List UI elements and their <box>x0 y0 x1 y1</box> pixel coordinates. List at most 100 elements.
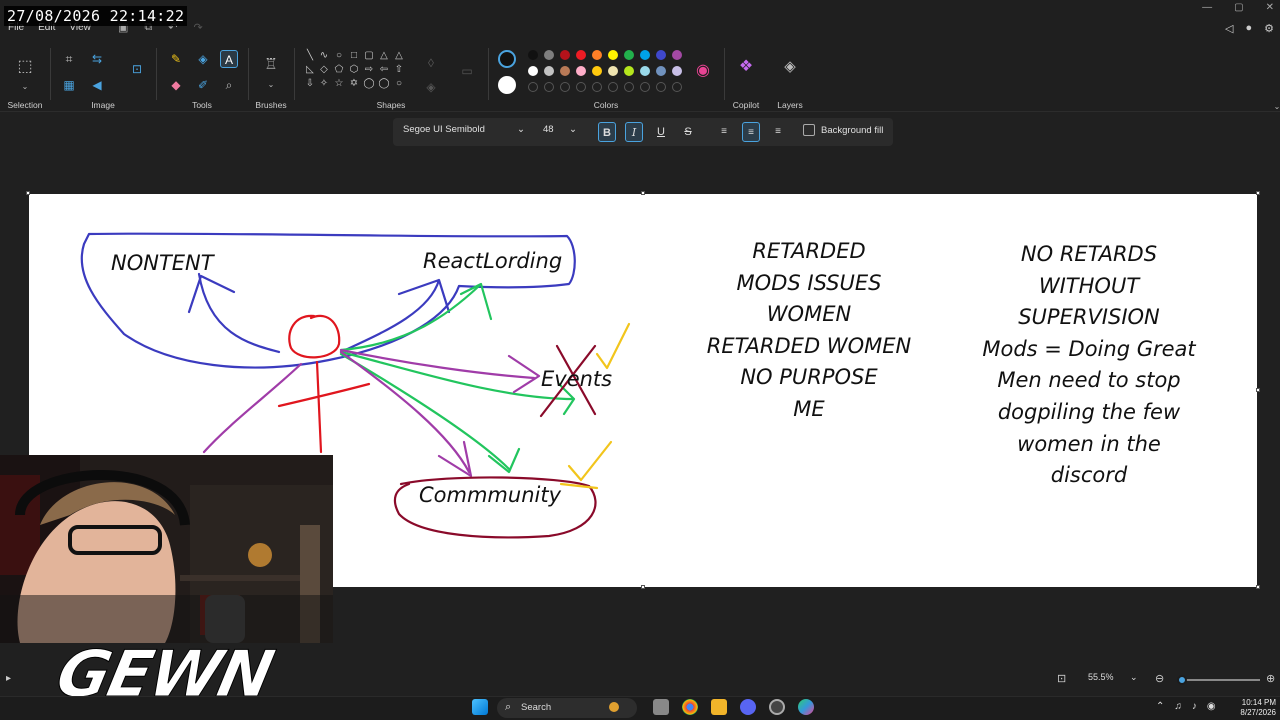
resize-icon[interactable]: ⇆ <box>88 50 106 68</box>
right-triangle-shape-icon[interactable]: ◺ <box>304 64 316 75</box>
underline-button[interactable]: U <box>652 122 670 142</box>
rotate-icon[interactable]: ◀ <box>88 76 106 94</box>
volume-icon[interactable]: ♪ <box>1192 701 1197 712</box>
color-swatch[interactable] <box>576 50 586 60</box>
color-swatch[interactable] <box>528 50 538 60</box>
zoom-slider-track[interactable] <box>1178 679 1260 681</box>
polygon-shape-icon[interactable]: △ <box>378 50 390 61</box>
color-swatch[interactable] <box>608 66 618 76</box>
color-swatch[interactable] <box>544 50 554 60</box>
start-icon[interactable] <box>472 699 488 715</box>
six-point-star-icon[interactable]: ✡ <box>348 78 360 89</box>
hexagon-shape-icon[interactable]: ⬡ <box>348 64 360 75</box>
color-swatch[interactable] <box>528 66 538 76</box>
secondary-color-swatch[interactable] <box>498 76 516 94</box>
maximize-icon[interactable]: ▢ <box>1234 2 1243 13</box>
color-swatch[interactable] <box>672 66 682 76</box>
triangle-shape-icon[interactable]: △ <box>393 50 405 61</box>
edit-colors-icon[interactable]: ◉ <box>694 62 712 80</box>
curve-shape-icon[interactable]: ∿ <box>318 50 330 61</box>
chevron-down-icon[interactable]: ⌄ <box>262 76 280 94</box>
custom-color-slot[interactable] <box>624 82 634 92</box>
line-shape-icon[interactable]: ╲ <box>304 50 316 61</box>
resize-handle[interactable] <box>26 191 30 195</box>
custom-color-slot[interactable] <box>656 82 666 92</box>
chevron-up-icon[interactable]: ⌃ <box>1156 701 1164 712</box>
taskbar-search[interactable]: ⌕ Search <box>497 698 637 718</box>
custom-color-slot[interactable] <box>528 82 538 92</box>
custom-color-slot[interactable] <box>544 82 554 92</box>
color-swatch[interactable] <box>592 66 602 76</box>
rectangle-shape-icon[interactable]: □ <box>348 50 360 61</box>
color-swatch[interactable] <box>544 66 554 76</box>
fit-to-window-icon[interactable]: ⊡ <box>1057 672 1066 685</box>
chevron-down-icon[interactable]: ⌄ <box>1268 98 1280 116</box>
fill-icon[interactable]: ◈ <box>194 50 212 68</box>
color-swatch[interactable] <box>640 66 650 76</box>
five-point-star-icon[interactable]: ☆ <box>333 78 345 89</box>
custom-color-slot[interactable] <box>592 82 602 92</box>
heart-shape-icon[interactable]: ○ <box>393 78 405 89</box>
zoom-in-icon[interactable]: ⊕ <box>1266 672 1275 685</box>
chrome-icon[interactable] <box>682 699 698 715</box>
resize-handle[interactable] <box>1256 388 1260 392</box>
color-swatch[interactable] <box>624 66 634 76</box>
brush-icon[interactable]: ♖ <box>262 56 280 74</box>
resize-handle[interactable] <box>641 585 645 589</box>
redo-icon[interactable]: ↷ <box>193 21 202 34</box>
app-icon[interactable] <box>769 699 785 715</box>
color-swatch[interactable] <box>592 50 602 60</box>
callout-round-icon[interactable]: ◯ <box>363 78 375 89</box>
account-icon[interactable]: ● <box>1245 22 1252 35</box>
pentagon-shape-icon[interactable]: ⬠ <box>333 64 345 75</box>
copilot-icon[interactable]: ❖ <box>737 58 755 76</box>
bold-button[interactable]: B <box>598 122 616 142</box>
custom-color-slot[interactable] <box>672 82 682 92</box>
microphone-icon[interactable]: ♫ <box>1174 701 1182 712</box>
discord-icon[interactable] <box>740 699 756 715</box>
paint-icon[interactable] <box>798 699 814 715</box>
color-picker-icon[interactable]: ✐ <box>194 76 212 94</box>
down-arrow-shape-icon[interactable]: ⇩ <box>304 78 316 89</box>
text-tool-icon[interactable]: A <box>220 50 238 68</box>
italic-button[interactable]: I <box>625 122 643 142</box>
zoom-out-icon[interactable]: ⊖ <box>1155 672 1164 685</box>
task-view-icon[interactable] <box>653 699 669 715</box>
four-point-star-icon[interactable]: ✧ <box>318 78 330 89</box>
color-swatch[interactable] <box>640 50 650 60</box>
custom-color-slot[interactable] <box>560 82 570 92</box>
eraser-icon[interactable]: ◆ <box>167 76 185 94</box>
image-creator-icon[interactable]: ⊡ <box>128 60 146 78</box>
align-right-icon[interactable]: ≡ <box>769 122 787 142</box>
up-arrow-shape-icon[interactable]: ⇧ <box>393 64 405 75</box>
taskbar-clock[interactable]: 10:14 PM 8/27/2026 <box>1240 698 1276 718</box>
shape-outline-icon[interactable]: ◊ <box>422 54 440 72</box>
shape-size-icon[interactable]: ▭ <box>458 62 476 80</box>
callout-oval-icon[interactable]: ◯ <box>378 78 390 89</box>
oval-shape-icon[interactable]: ○ <box>333 50 345 61</box>
color-swatch[interactable] <box>560 50 570 60</box>
minimize-icon[interactable]: — <box>1202 2 1212 13</box>
settings-icon[interactable]: ⚙ <box>1264 22 1274 35</box>
pencil-icon[interactable]: ✎ <box>167 50 185 68</box>
resize-handle[interactable] <box>1256 191 1260 195</box>
selection-icon[interactable]: ⬚ <box>16 58 34 76</box>
custom-color-slot[interactable] <box>608 82 618 92</box>
right-text-block[interactable]: NO RETARDS WITHOUT SUPERVISION Mods = Doing… <box>959 239 1219 492</box>
resize-handle[interactable] <box>1256 585 1260 589</box>
color-swatch[interactable] <box>656 50 666 60</box>
custom-color-slot[interactable] <box>576 82 586 92</box>
close-icon[interactable]: ✕ <box>1266 2 1274 13</box>
background-fill-checkbox[interactable] <box>803 124 815 136</box>
align-center-icon[interactable]: ≡ <box>742 122 760 142</box>
color-swatch[interactable] <box>624 50 634 60</box>
resize-handle[interactable] <box>641 191 645 195</box>
left-text-block[interactable]: RETARDED MODS ISSUES WOMEN RETARDED WOMEN NO… <box>689 236 929 426</box>
color-swatch[interactable] <box>672 50 682 60</box>
background-fill-toggle[interactable]: Background fill <box>803 124 883 136</box>
left-arrow-shape-icon[interactable]: ⇦ <box>378 64 390 75</box>
layers-icon[interactable]: ◈ <box>781 58 799 76</box>
color-swatch[interactable] <box>608 50 618 60</box>
rounded-rect-shape-icon[interactable]: ▢ <box>363 50 375 61</box>
network-icon[interactable]: ◉ <box>1207 701 1216 712</box>
